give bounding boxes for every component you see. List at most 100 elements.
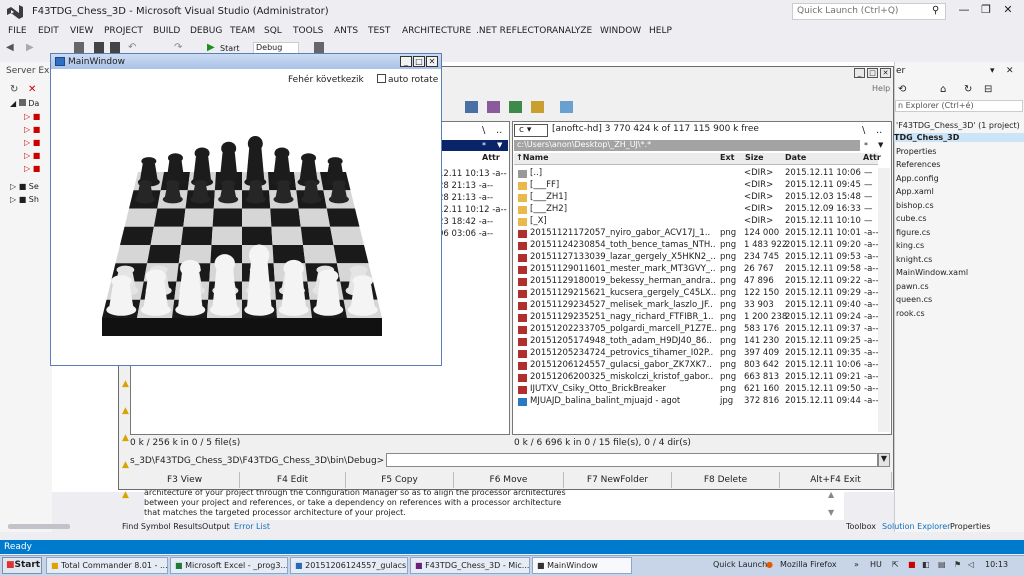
- menu-window[interactable]: WINDOW: [600, 26, 641, 36]
- file-node[interactable]: cube.cs: [896, 214, 927, 223]
- right-root-button[interactable]: \: [862, 125, 865, 136]
- tab-properties[interactable]: Properties: [950, 522, 990, 531]
- ftp-icon[interactable]: [531, 101, 544, 113]
- server-explorer-scrollbar[interactable]: [8, 524, 70, 529]
- menu-build[interactable]: BUILD: [153, 26, 180, 36]
- menu-net-reflector[interactable]: .NET REFLECTOR: [476, 26, 553, 36]
- board-square[interactable]: [272, 245, 306, 264]
- tree-item[interactable]: ▷ ■: [24, 138, 40, 147]
- new-project-icon[interactable]: [74, 42, 84, 53]
- right-drive-select[interactable]: c ▾: [514, 124, 548, 137]
- pin-icon[interactable]: ✕: [1006, 66, 1014, 76]
- chess-minimize-button[interactable]: _: [400, 56, 412, 67]
- back-icon[interactable]: ◀: [6, 42, 16, 53]
- file-row[interactable]: 20151205174948_toth_adam_H9DJ40_86.. png 1…: [516, 336, 878, 348]
- file-node[interactable]: figure.cs: [896, 228, 930, 237]
- file-node[interactable]: App.xaml: [896, 187, 934, 196]
- right-dropdown-icon[interactable]: ▼: [878, 141, 883, 149]
- chess-close-button[interactable]: ✕: [426, 56, 438, 67]
- col-ext-header[interactable]: Ext: [720, 153, 734, 165]
- forward-icon[interactable]: ▶: [26, 42, 36, 53]
- f6-move-button[interactable]: F6 Move: [454, 472, 564, 488]
- file-row[interactable]: [..] <DIR> 2015.12.11 10:06—: [516, 168, 876, 180]
- menu-ants[interactable]: ANTS: [334, 26, 358, 36]
- start-button[interactable]: Start: [220, 44, 240, 53]
- queen-piece[interactable]: [217, 141, 240, 187]
- board-square[interactable]: [330, 226, 364, 245]
- tree-item-data-connections[interactable]: ◢ Da: [10, 99, 39, 108]
- tray-volume-icon[interactable]: ◁: [968, 560, 974, 569]
- start-button[interactable]: ■Start: [2, 557, 42, 574]
- save-all-icon[interactable]: [110, 42, 120, 53]
- right-scrollbar[interactable]: [878, 168, 890, 432]
- tree-item-servers[interactable]: ▷ ■ Se: [10, 182, 39, 191]
- left-attr-header[interactable]: Attr: [482, 153, 500, 165]
- board-square[interactable]: [242, 208, 272, 227]
- board-square[interactable]: [181, 226, 213, 245]
- file-row[interactable]: 20151129215621_kucsera_gergely_C45LX.. pn…: [516, 288, 878, 300]
- tray-network-icon[interactable]: ▤: [938, 560, 946, 569]
- tray-flag-icon[interactable]: ⚑: [954, 560, 961, 569]
- tree-item[interactable]: ▷ ■: [24, 112, 40, 121]
- tree-item[interactable]: ▷ ■: [24, 151, 40, 160]
- minimize-button[interactable]: —: [954, 3, 974, 19]
- col-name-header[interactable]: ↑Name: [516, 153, 549, 165]
- restore-button[interactable]: ❐: [976, 3, 996, 19]
- f8-delete-button[interactable]: F8 Delete: [672, 472, 780, 488]
- home-icon[interactable]: ⌂: [940, 84, 946, 95]
- menu-view[interactable]: VIEW: [70, 26, 93, 36]
- menu-team[interactable]: TEAM: [230, 26, 255, 36]
- tray-arrow-icon[interactable]: ⇱: [892, 560, 899, 569]
- tree-item[interactable]: ▷ ■: [24, 125, 40, 134]
- board-square[interactable]: [303, 245, 337, 264]
- task-mainwindow[interactable]: ■ MainWindow: [532, 557, 632, 574]
- notepad-icon[interactable]: [560, 101, 573, 113]
- tab-output[interactable]: Output: [202, 522, 230, 531]
- menu-analyze[interactable]: ANALYZE: [552, 26, 592, 36]
- properties-node[interactable]: Properties: [896, 147, 936, 156]
- menu-architecture[interactable]: ARCHITECTURE: [402, 26, 471, 36]
- board-square[interactable]: [150, 226, 184, 245]
- tc-maximize-button[interactable]: □: [867, 68, 878, 78]
- file-node[interactable]: bishop.cs: [896, 201, 934, 210]
- firefox-launcher[interactable]: Mozilla Firefox: [780, 560, 837, 569]
- scroll-up-icon[interactable]: ▲: [828, 490, 834, 499]
- redo-icon[interactable]: ↷: [174, 42, 184, 53]
- command-line-input[interactable]: [386, 453, 878, 467]
- undo-icon[interactable]: ↶: [128, 42, 138, 53]
- file-row[interactable]: MJUAJD_balina_balint_mjuajd - agot jpg 372…: [516, 396, 878, 408]
- solution-node[interactable]: 'F43TDG_Chess_3D' (1 project): [896, 121, 1020, 130]
- scroll-down-icon[interactable]: ▼: [828, 508, 834, 517]
- solution-search-input[interactable]: n Explorer (Ctrl+é): [895, 100, 1023, 112]
- task-excel[interactable]: ■ Microsoft Excel - _prog3...: [170, 557, 288, 574]
- right-up-button[interactable]: ..: [876, 125, 882, 136]
- file-row[interactable]: [___FF] <DIR> 2015.12.11 09:45—: [516, 180, 876, 192]
- project-node[interactable]: TDG_Chess_3D: [894, 133, 1024, 142]
- tc-help-menu[interactable]: Help: [872, 84, 890, 93]
- menu-project[interactable]: PROJECT: [104, 26, 143, 36]
- save-icon[interactable]: [94, 42, 104, 53]
- king-piece[interactable]: [244, 135, 267, 187]
- panel-dropdown-icon[interactable]: ▾: [990, 66, 995, 76]
- file-row[interactable]: 20151129235251_nagy_richard_FTFIBR_1.. pn…: [516, 312, 878, 324]
- file-row[interactable]: 20151206124557_gulacsi_gabor_ZK7XK7.. png…: [516, 360, 878, 372]
- refresh-icon[interactable]: ↻: [10, 84, 18, 95]
- file-row[interactable]: 20151129011601_mester_mark_MT3GVY_.. png 2…: [516, 264, 878, 276]
- file-node[interactable]: king.cs: [896, 241, 924, 250]
- f5-copy-button[interactable]: F5 Copy: [346, 472, 454, 488]
- binoculars-icon[interactable]: [465, 101, 478, 113]
- board-square[interactable]: [271, 226, 303, 245]
- task-visual-studio[interactable]: ■ F43TDG_Chess_3D - Mic...: [410, 557, 530, 574]
- menu-edit[interactable]: EDIT: [38, 26, 59, 36]
- alt-f4-exit-button[interactable]: Alt+F4 Exit: [780, 472, 892, 488]
- board-square[interactable]: [147, 245, 181, 264]
- stop-icon[interactable]: ✕: [28, 84, 36, 95]
- task-image-viewer[interactable]: ■ 20151206124557_gulacs...: [290, 557, 408, 574]
- file-row[interactable]: 20151202233705_polgardi_marcell_P1Z7E.. p…: [516, 324, 878, 336]
- refresh-icon[interactable]: ↻: [964, 84, 972, 95]
- board-square[interactable]: [153, 208, 186, 227]
- file-row[interactable]: [___ZH2] <DIR> 2015.12.09 16:33—: [516, 204, 876, 216]
- tree-item-sharepoint[interactable]: ▷ ■ Sh: [10, 195, 39, 204]
- col-size-header[interactable]: Size: [745, 153, 764, 165]
- board-square[interactable]: [115, 245, 151, 264]
